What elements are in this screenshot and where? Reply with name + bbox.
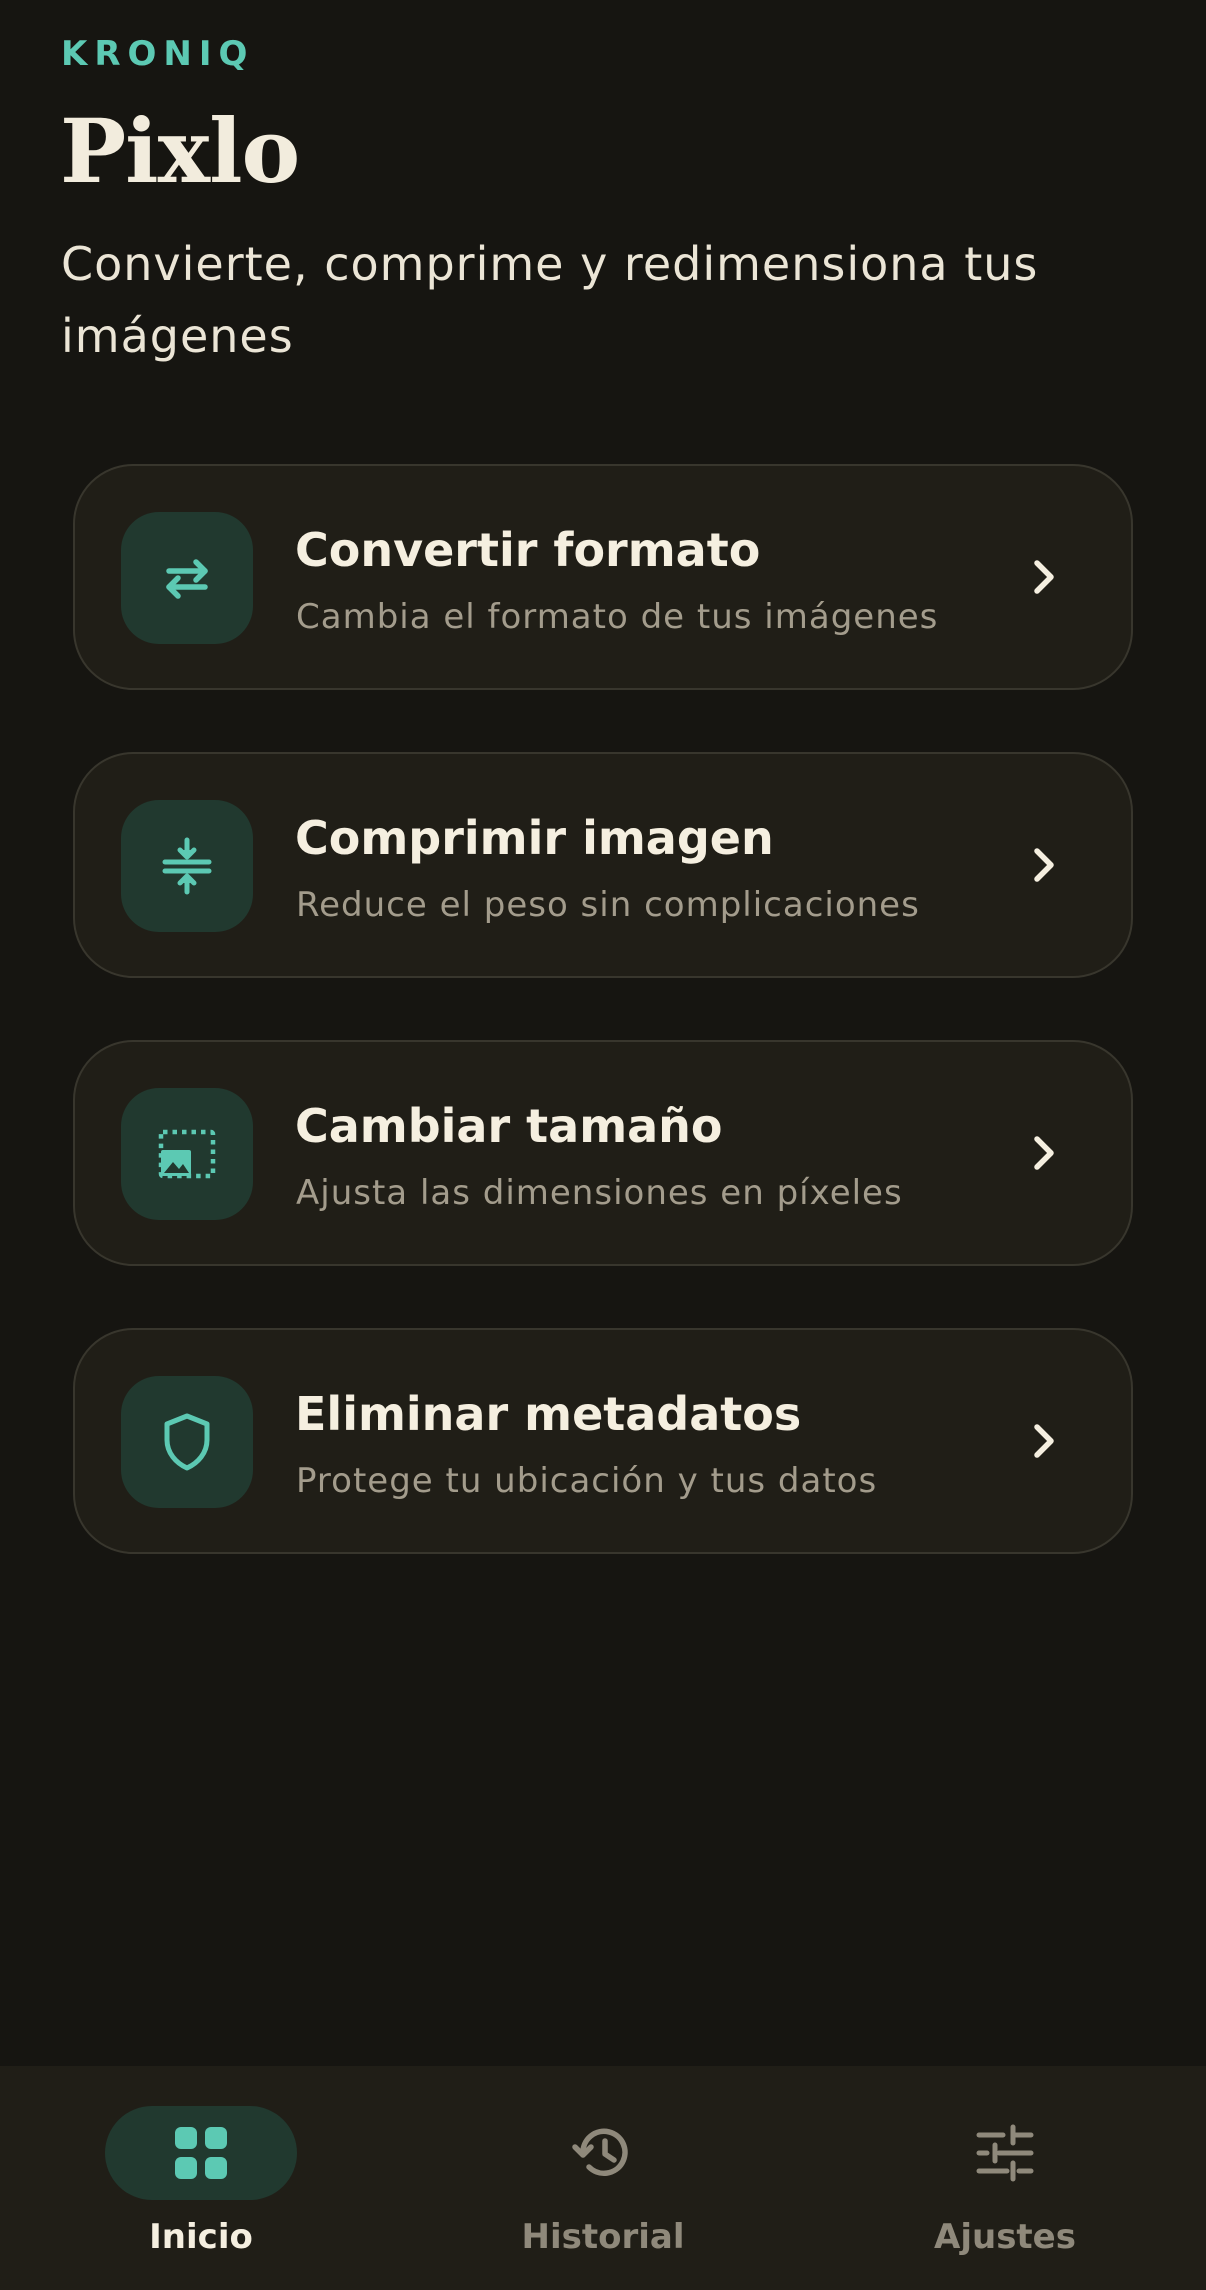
tool-card-description: Reduce el peso sin complicaciones [296,885,920,925]
bottom-nav: Inicio Historial Ajustes [0,2066,1206,2290]
tool-card-compress[interactable]: Comprimir imagen Reduce el peso sin comp… [73,752,1133,978]
compress-icon [121,800,253,932]
swap-arrows-icon [121,512,253,644]
nav-label: Historial [521,2217,685,2257]
app-subtitle: Convierte, comprime y redimensiona tus i… [61,237,1039,363]
app-title: Pixlo [60,99,300,203]
tool-card-title: Cambiar tamaño [295,1099,723,1153]
home-screen: KRONIQ Pixlo Convierte, comprime y redim… [0,0,1206,2290]
chevron-right-icon [1034,848,1054,882]
shield-icon [121,1376,253,1508]
tool-card-convert[interactable]: Convertir formato Cambia el formato de t… [73,464,1133,690]
history-icon [507,2106,699,2200]
chevron-right-icon [1034,560,1054,594]
tool-card-resize[interactable]: Cambiar tamaño Ajusta las dimensiones en… [73,1040,1133,1266]
tool-card-title: Convertir formato [295,523,761,577]
tool-card-metadata[interactable]: Eliminar metadatos Protege tu ubicación … [73,1328,1133,1554]
nav-label: Ajustes [934,2217,1076,2257]
nav-label: Inicio [149,2217,253,2257]
tool-card-title: Eliminar metadatos [295,1387,802,1441]
grid-icon [105,2106,297,2200]
tool-card-title: Comprimir imagen [295,811,774,865]
nav-item-inicio[interactable]: Inicio [0,2066,402,2290]
sliders-icon [909,2106,1101,2200]
resize-image-icon [121,1088,253,1220]
nav-item-ajustes[interactable]: Ajustes [804,2066,1206,2290]
nav-item-historial[interactable]: Historial [402,2066,804,2290]
tool-card-description: Protege tu ubicación y tus datos [296,1461,878,1501]
chevron-right-icon [1034,1424,1054,1458]
tool-card-description: Ajusta las dimensiones en píxeles [296,1173,903,1213]
chevron-right-icon [1034,1136,1054,1170]
brand-label: KRONIQ [61,34,255,74]
tool-card-description: Cambia el formato de tus imágenes [296,597,939,637]
